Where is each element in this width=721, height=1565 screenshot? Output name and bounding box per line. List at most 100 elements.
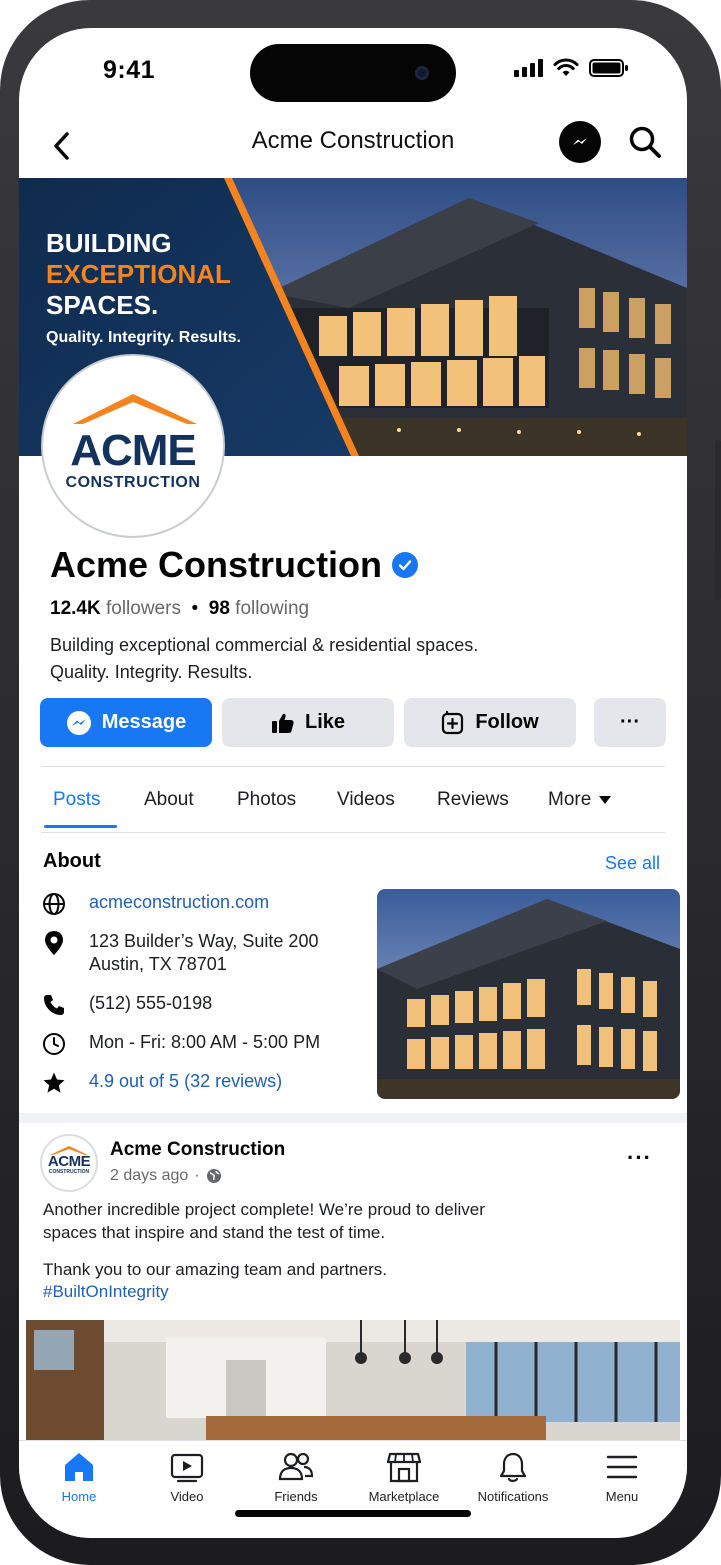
cellular-signal-icon <box>514 59 543 77</box>
battery-icon <box>589 59 628 77</box>
address-text: 123 Builder’s Way, Suite 200 Austin, TX … <box>89 930 318 976</box>
about-building-photo[interactable] <box>377 889 680 1099</box>
rating-link[interactable]: 4.9 out of 5 (32 reviews) <box>89 1070 282 1093</box>
hours-text: Mon - Fri: 8:00 AM - 5:00 PM <box>89 1032 321 1052</box>
logo-wordmark: ACME <box>70 426 197 475</box>
message-button[interactable]: Message <box>40 698 212 747</box>
clock-icon <box>41 1031 67 1057</box>
meta-separator: · <box>194 1167 200 1184</box>
tab-label: Videos <box>337 789 395 810</box>
bottom-nav-label: Menu <box>605 1489 639 1504</box>
thumbs-up-icon <box>271 713 294 733</box>
tab-label: More <box>548 789 592 810</box>
following-count[interactable]: 98 <box>209 598 230 619</box>
phone-number[interactable]: (512) 555-0198 <box>89 992 212 1015</box>
marketplace-icon <box>387 1452 421 1483</box>
bottom-nav-friends[interactable]: Friends <box>246 1451 346 1504</box>
status-bar: 9:41 <box>19 28 687 118</box>
divider <box>41 766 665 767</box>
globe-icon <box>206 1169 221 1183</box>
bottom-nav-video[interactable]: Video <box>137 1451 237 1504</box>
front-camera <box>415 66 429 80</box>
see-all-link[interactable]: See all <box>605 853 660 874</box>
like-button[interactable]: Like <box>222 698 394 747</box>
logo-subtitle: CONSTRUCTION <box>65 474 201 491</box>
tab-label: Reviews <box>437 789 509 810</box>
cover-headline-1: BUILDING <box>46 228 172 258</box>
post-timestamp[interactable]: 2 days ago <box>110 1167 188 1185</box>
page-tabs: Posts About Photos Videos Reviews More <box>41 768 665 832</box>
post-text-line: Another incredible project complete! We’… <box>43 1200 485 1219</box>
menu-icon <box>606 1455 638 1479</box>
post-text-line: spaces that inspire and stand the test o… <box>43 1223 386 1242</box>
post-text: Another incredible project complete! We’… <box>43 1198 643 1244</box>
avatar-wordmark: ACME <box>47 1153 91 1170</box>
search-button[interactable] <box>625 122 665 162</box>
home-indicator[interactable] <box>235 1510 471 1517</box>
about-website-row[interactable]: acmeconstruction.com <box>41 891 269 917</box>
video-icon <box>170 1453 204 1483</box>
followers-count[interactable]: 12.4K <box>50 598 101 619</box>
stats-separator: • <box>191 598 199 619</box>
tab-label: Posts <box>53 789 101 810</box>
bottom-nav-label: Video <box>170 1489 204 1504</box>
cover-text: BUILDING EXCEPTIONAL SPACES. Quality. In… <box>46 228 241 347</box>
messenger-icon <box>66 710 91 735</box>
office-interior-image <box>26 1320 680 1440</box>
message-button-label: Message <box>101 711 187 733</box>
active-tab-indicator <box>44 825 117 828</box>
tab-more[interactable]: More <box>548 768 612 832</box>
bottom-nav-notifications[interactable]: Notifications <box>463 1451 563 1504</box>
tab-photos[interactable]: Photos <box>237 768 296 832</box>
cover-headline-2: EXCEPTIONAL <box>46 259 231 289</box>
following-label: following <box>235 598 310 619</box>
friends-icon <box>278 1452 314 1481</box>
about-rating-row[interactable]: 4.9 out of 5 (32 reviews) <box>41 1070 282 1096</box>
about-hours-row: Mon - Fri: 8:00 AM - 5:00 PM <box>41 1031 320 1057</box>
phone-icon <box>41 992 67 1018</box>
bottom-nav-label: Notifications <box>477 1489 549 1504</box>
section-separator <box>19 1113 687 1123</box>
home-icon <box>65 1453 93 1481</box>
messenger-icon <box>573 138 587 145</box>
wifi-icon <box>553 58 579 76</box>
like-button-label: Like <box>304 711 346 733</box>
bottom-tab-bar: Home Video Friends Marketplace Notificat… <box>19 1440 687 1538</box>
globe-icon <box>41 891 67 917</box>
verified-badge-icon <box>392 552 419 578</box>
post-author-avatar[interactable]: ACME CONSTRUCTION <box>40 1134 98 1192</box>
page-name-text: Acme Construction <box>50 544 383 585</box>
website-link[interactable]: acmeconstruction.com <box>89 891 269 914</box>
follow-button[interactable]: Follow <box>404 698 576 747</box>
profile-picture[interactable]: ACME CONSTRUCTION <box>43 356 223 536</box>
divider <box>41 832 665 833</box>
follow-plus-icon <box>442 710 464 734</box>
caret-down-icon <box>599 796 612 804</box>
about-title: About <box>43 850 101 872</box>
messenger-button[interactable] <box>559 121 601 163</box>
more-options-button[interactable]: ··· <box>594 698 666 747</box>
tab-videos[interactable]: Videos <box>337 768 395 832</box>
bottom-nav-home[interactable]: Home <box>29 1451 129 1504</box>
post-options-button[interactable]: ··· <box>627 1145 652 1171</box>
post-author-name[interactable]: Acme Construction <box>110 1139 285 1161</box>
post-hashtag[interactable]: #BuiltOnIntegrity <box>43 1282 169 1302</box>
top-nav: Acme Construction <box>19 116 687 178</box>
about-phone-row[interactable]: (512) 555-0198 <box>41 992 212 1018</box>
bio-line: Building exceptional commercial & reside… <box>50 635 479 655</box>
bottom-nav-menu[interactable]: Menu <box>572 1451 672 1504</box>
app-screen: 9:41 Acme Construction BUILDING EXCEPTIO… <box>19 28 687 1538</box>
address-line: Austin, TX 78701 <box>89 954 227 974</box>
bottom-nav-marketplace[interactable]: Marketplace <box>354 1451 454 1504</box>
page-bio: Building exceptional commercial & reside… <box>50 632 610 686</box>
tab-about[interactable]: About <box>144 768 194 832</box>
post-image[interactable] <box>26 1320 680 1440</box>
status-icons <box>514 58 629 78</box>
bottom-nav-label: Marketplace <box>368 1489 440 1504</box>
post-text-line: Thank you to our amazing team and partne… <box>43 1260 387 1279</box>
followers-label: followers <box>105 598 181 619</box>
tab-reviews[interactable]: Reviews <box>437 768 509 832</box>
page-stats: 12.4K followers • 98 following <box>50 598 309 620</box>
tab-posts[interactable]: Posts <box>53 768 101 832</box>
tab-label: Photos <box>237 789 297 810</box>
